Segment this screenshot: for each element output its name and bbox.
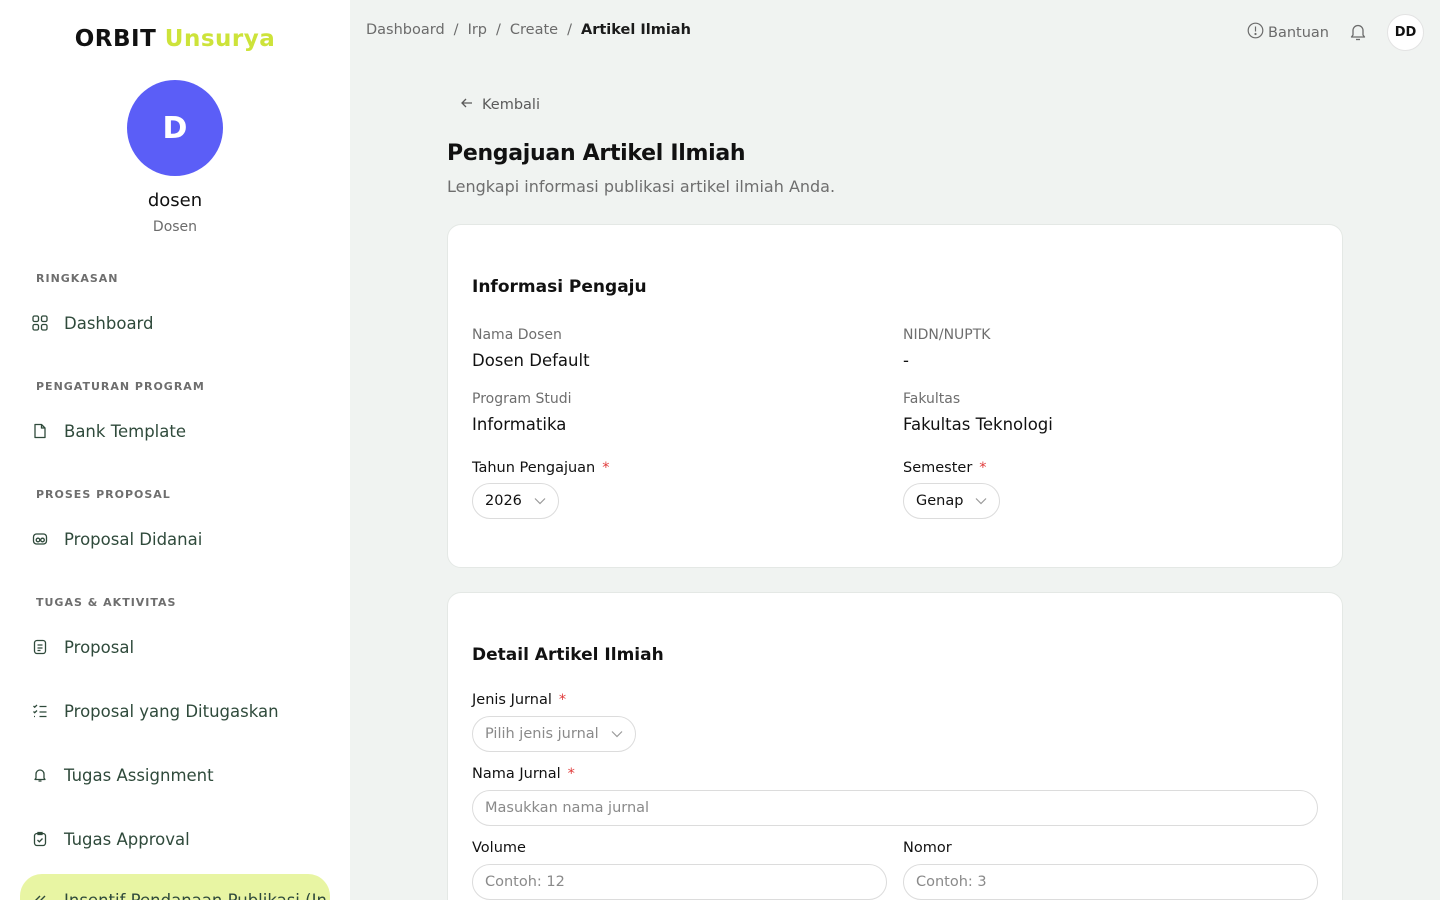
grid-icon	[32, 315, 48, 331]
topbar: Dashboard / Irp / Create / Artikel Ilmia…	[350, 0, 1440, 64]
semester-select[interactable]: Genap	[903, 483, 1001, 519]
money-icon	[32, 531, 48, 547]
sidebar-item-label: Proposal yang Ditugaskan	[64, 701, 279, 721]
tahun-label: Tahun Pengajuan *	[472, 460, 610, 476]
sidebar-item-dashboard[interactable]: Dashboard	[20, 301, 330, 345]
section-pengaturan-program: PENGATURAN PROGRAM	[36, 380, 205, 393]
sidebar-item-label: Tugas Assignment	[64, 765, 214, 785]
back-label: Kembali	[482, 97, 540, 113]
required-mark: *	[567, 766, 575, 782]
sidebar-item-tugas-assignment[interactable]: Tugas Assignment	[20, 753, 330, 797]
tahun-select-value: 2026	[485, 493, 522, 509]
clipboard-check-icon	[32, 831, 48, 847]
sidebar-item-label: Tugas Approval	[64, 829, 190, 849]
jenis-jurnal-label: Jenis Jurnal *	[472, 692, 566, 708]
semester-select-value: Genap	[916, 493, 964, 509]
volume-label: Volume	[472, 840, 526, 856]
section-ringkasan: RINGKASAN	[36, 272, 119, 285]
breadcrumb-separator: /	[453, 22, 459, 38]
page-title: Pengajuan Artikel Ilmiah	[447, 141, 746, 166]
nidn-label: NIDN/NUPTK	[903, 327, 991, 343]
semester-label-text: Semester	[903, 460, 973, 476]
file-icon	[32, 423, 48, 439]
user-role: Dosen	[152, 219, 198, 235]
brand-part1: ORBIT	[74, 26, 157, 52]
sidebar-item-proposal[interactable]: Proposal	[20, 625, 330, 669]
page-subtitle: Lengkapi informasi publikasi artikel ilm…	[447, 177, 836, 196]
sidebar-item-label: Proposal Didanai	[64, 529, 203, 549]
card-informasi-pengaju: Informasi Pengaju Nama Dosen Dosen Defau…	[447, 224, 1343, 568]
breadcrumb-separator: /	[567, 22, 572, 38]
nomor-input[interactable]	[903, 864, 1318, 900]
nama-dosen-label: Nama Dosen	[472, 327, 562, 343]
card-detail-artikel: Detail Artikel Ilmiah Jenis Jurnal * Pili…	[447, 592, 1343, 900]
breadcrumb-separator: /	[496, 22, 501, 38]
user-name: dosen	[147, 190, 203, 211]
required-mark: *	[979, 460, 987, 476]
double-chevron-left-icon	[32, 892, 48, 900]
breadcrumb: Dashboard / Irp / Create / Artikel Ilmia…	[366, 22, 691, 38]
nidn-value: -	[903, 351, 909, 370]
sidebar-item-insentif[interactable]: Insentif Pendanaan Publikasi (In	[20, 874, 330, 900]
breadcrumb-irp[interactable]: Irp	[468, 22, 487, 38]
back-link[interactable]: Kembali	[460, 96, 540, 114]
sidebar-item-label: Bank Template	[64, 421, 186, 441]
document-icon	[32, 639, 48, 655]
nama-jurnal-label-text: Nama Jurnal	[472, 766, 561, 782]
nama-dosen-value: Dosen Default	[472, 351, 590, 370]
tahun-label-text: Tahun Pengajuan	[472, 460, 596, 476]
bell-icon	[32, 767, 48, 783]
notification-bell-icon[interactable]	[1349, 22, 1367, 42]
nama-jurnal-label: Nama Jurnal *	[472, 766, 575, 782]
jenis-jurnal-label-text: Jenis Jurnal	[472, 692, 552, 708]
sidebar-item-tugas-approval[interactable]: Tugas Approval	[20, 817, 330, 861]
sidebar-item-proposal-ditugaskan[interactable]: Proposal yang Ditugaskan	[20, 689, 330, 733]
user-menu-avatar[interactable]: DD	[1387, 14, 1424, 51]
help-label: Bantuan	[1268, 24, 1329, 41]
chevron-down-icon	[611, 726, 623, 742]
prodi-value: Informatika	[472, 415, 567, 434]
arrow-left-icon	[460, 96, 474, 114]
chevron-down-icon	[975, 493, 987, 509]
volume-input[interactable]	[472, 864, 887, 900]
card-title: Detail Artikel Ilmiah	[472, 645, 664, 665]
sidebar-item-label: Insentif Pendanaan Publikasi (In	[64, 890, 327, 900]
brand-part2: Unsurya	[164, 26, 276, 52]
user-avatar: D	[127, 80, 223, 176]
info-circle-icon	[1247, 22, 1264, 43]
sidebar: ORBIT Unsurya D dosen Dosen RINGKASAN Da…	[0, 0, 350, 900]
section-proses-proposal: PROSES PROPOSAL	[36, 488, 171, 501]
fakultas-label: Fakultas	[903, 391, 961, 407]
jenis-jurnal-select[interactable]: Pilih jenis jurnal	[472, 716, 636, 752]
section-tugas-aktivitas: TUGAS & AKTIVITAS	[36, 596, 177, 609]
brand-logo[interactable]: ORBIT Unsurya	[0, 26, 350, 52]
breadcrumb-dashboard[interactable]: Dashboard	[366, 22, 445, 38]
required-mark: *	[602, 460, 610, 476]
breadcrumb-create[interactable]: Create	[510, 22, 558, 38]
jenis-jurnal-placeholder: Pilih jenis jurnal	[485, 726, 599, 742]
breadcrumb-current: Artikel Ilmiah	[580, 22, 691, 38]
chevron-down-icon	[534, 493, 546, 509]
sidebar-item-bank-template[interactable]: Bank Template	[20, 409, 330, 453]
semester-label: Semester *	[903, 460, 987, 476]
prodi-label: Program Studi	[472, 391, 572, 407]
help-button[interactable]: Bantuan	[1247, 22, 1329, 43]
nama-jurnal-input[interactable]	[472, 790, 1318, 826]
card-title: Informasi Pengaju	[472, 277, 647, 297]
tahun-select[interactable]: 2026	[472, 483, 559, 519]
fakultas-value: Fakultas Teknologi	[903, 415, 1053, 434]
checklist-icon	[32, 703, 48, 719]
required-mark: *	[558, 692, 567, 708]
sidebar-item-label: Proposal	[64, 637, 135, 657]
sidebar-item-proposal-didanai[interactable]: Proposal Didanai	[20, 517, 330, 561]
sidebar-item-label: Dashboard	[64, 313, 154, 333]
nomor-label: Nomor	[903, 840, 952, 856]
